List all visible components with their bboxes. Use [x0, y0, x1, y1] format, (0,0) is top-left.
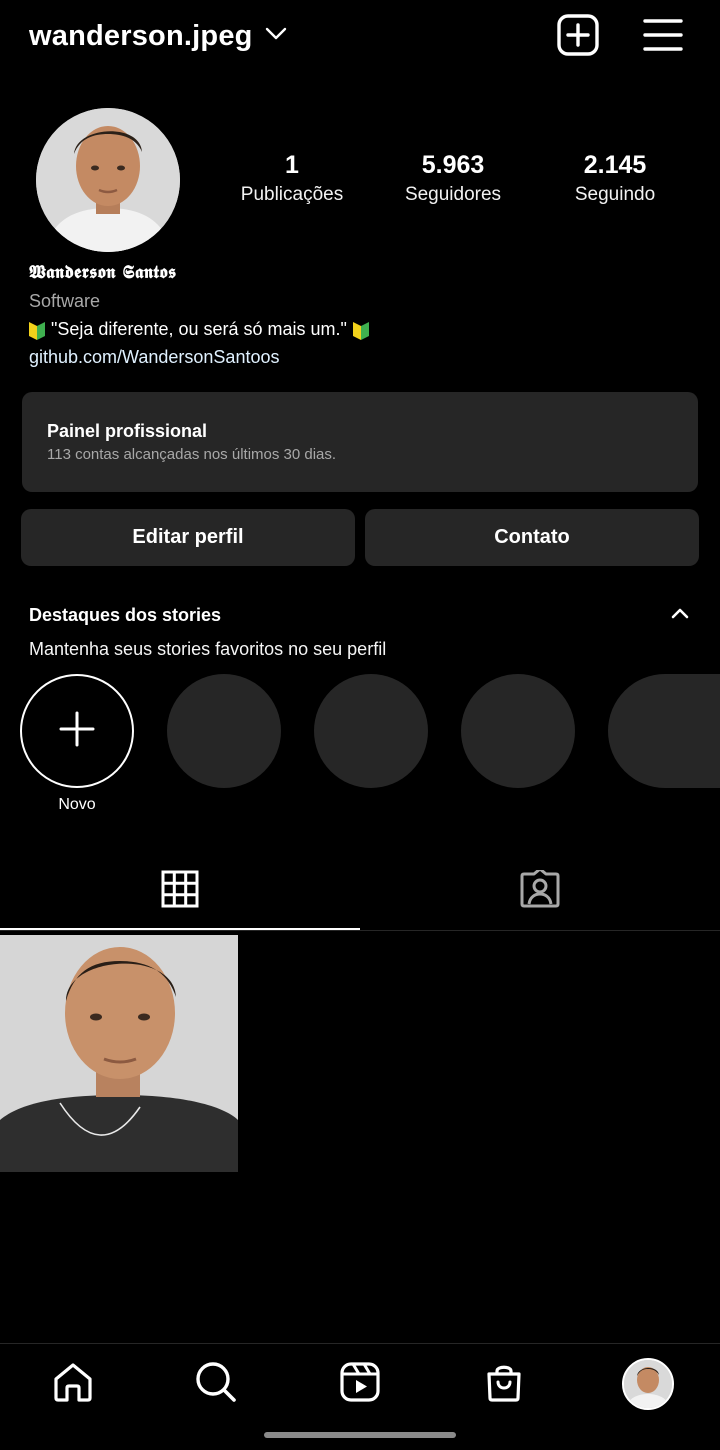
nav-reels-button[interactable] [332, 1356, 388, 1412]
highlights-header: Destaques dos stories Mantenha seus stor… [29, 603, 699, 661]
tagged-person-icon [520, 867, 560, 913]
hamburger-menu-icon [643, 18, 683, 57]
top-bar: wanderson.jpeg [0, 0, 720, 76]
edit-profile-button[interactable]: Editar perfil [21, 509, 355, 566]
profile-stats: 1 Publicações 5.963 Seguidores 2.145 Seg… [212, 148, 692, 218]
shopping-bag-icon [482, 1360, 526, 1409]
following-count[interactable]: 2.145 Seguindo [535, 148, 695, 208]
following-count-label: Seguindo [574, 184, 656, 205]
account-switcher[interactable]: wanderson.jpeg [29, 14, 287, 58]
contact-button[interactable]: Contato [365, 509, 699, 566]
profile-screen: wanderson.jpeg 1 Publicações 5.963 Segui… [0, 0, 720, 1450]
bio-quote-line: "Seja diferente, ou será só mais um." [29, 315, 689, 343]
plus-icon [59, 711, 95, 752]
highlight-placeholder [167, 674, 281, 788]
system-home-indicator[interactable] [264, 1432, 456, 1438]
nav-profile-button[interactable] [620, 1356, 676, 1412]
followers-count[interactable]: 5.963 Seguidores [373, 148, 533, 208]
tab-tagged[interactable] [360, 850, 720, 932]
nav-home-button[interactable] [45, 1356, 101, 1412]
plus-square-icon [557, 13, 599, 61]
beginner-badge-icon [29, 320, 45, 340]
followers-count-value: 5.963 [421, 151, 485, 179]
options-menu-button[interactable] [640, 15, 686, 59]
bottom-navigation [0, 1344, 720, 1424]
professional-dashboard-title: Painel profissional [47, 421, 208, 441]
new-highlight-label: Novo [58, 796, 96, 813]
posts-count[interactable]: 1 Publicações [212, 148, 372, 208]
collapse-highlights-button[interactable] [666, 601, 694, 629]
nav-profile-avatar [622, 1358, 674, 1410]
highlights-row: Novo [0, 674, 720, 824]
avatar-photo [36, 108, 180, 252]
reels-icon [338, 1360, 382, 1409]
home-icon [51, 1360, 95, 1409]
posts-count-label: Publicações [240, 184, 344, 205]
full-name: 𝖂𝖆𝖓𝖉𝖊𝖗𝖘𝖔𝖓 𝕾𝖆𝖓𝖙𝖔𝖘 [29, 262, 177, 283]
new-post-button[interactable] [556, 13, 600, 61]
posts-count-value: 1 [285, 151, 299, 179]
bio-quote: "Seja diferente, ou será só mais um." [51, 319, 347, 339]
grid-icon [161, 870, 199, 913]
nav-search-button[interactable] [188, 1356, 244, 1412]
highlight-placeholder [314, 674, 428, 788]
profile-bio: 𝖂𝖆𝖓𝖉𝖊𝖗𝖘𝖔𝖓 𝕾𝖆𝖓𝖙𝖔𝖘 Software "Seja diferent… [29, 260, 689, 371]
username: wanderson.jpeg [29, 19, 253, 52]
post-thumbnail[interactable] [0, 935, 238, 1172]
chevron-down-icon [265, 27, 287, 46]
profile-tabs [0, 850, 720, 932]
highlights-subtitle: Mantenha seus stories favoritos no seu p… [29, 639, 387, 659]
bio-link[interactable]: github.com/WandersonSantoos [29, 343, 689, 371]
profile-avatar[interactable] [36, 108, 180, 252]
search-icon [194, 1360, 238, 1409]
highlight-placeholder [608, 674, 720, 788]
post-photo [0, 935, 238, 1172]
professional-dashboard-subtitle: 113 contas alcançadas nos últimos 30 dia… [47, 446, 337, 463]
chevron-up-icon [671, 606, 689, 624]
tab-posts-grid[interactable] [0, 850, 360, 932]
new-highlight-button[interactable] [20, 674, 134, 788]
tabs-divider [0, 930, 720, 931]
following-count-value: 2.145 [583, 151, 647, 179]
beginner-badge-icon [352, 320, 369, 340]
category-label: Software [29, 291, 101, 311]
followers-count-label: Seguidores [404, 184, 502, 205]
professional-dashboard[interactable]: Painel profissional 113 contas alcançada… [22, 392, 698, 492]
highlights-title: Destaques dos stories [29, 605, 222, 625]
highlight-placeholder [461, 674, 575, 788]
nav-shop-button[interactable] [476, 1356, 532, 1412]
